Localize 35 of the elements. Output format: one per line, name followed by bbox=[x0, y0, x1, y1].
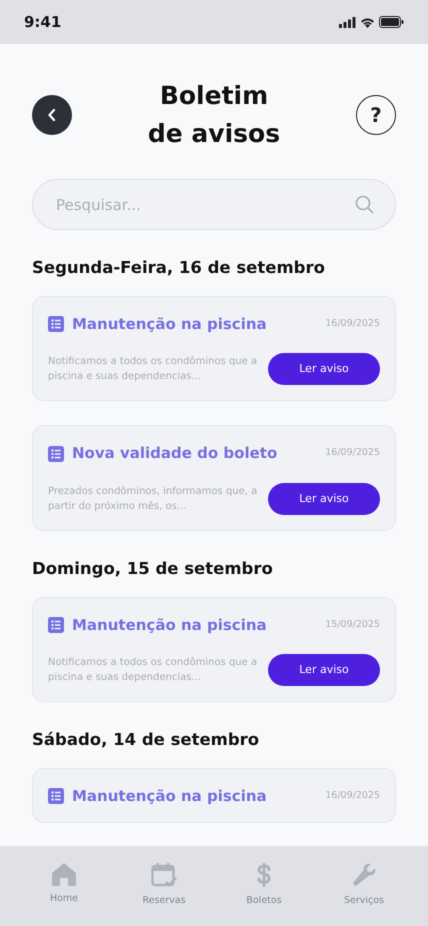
status-time: 9:41 bbox=[24, 12, 62, 33]
list-icon bbox=[48, 446, 64, 462]
list-icon bbox=[48, 788, 64, 804]
home-icon bbox=[51, 862, 77, 886]
page-title: Boletim bbox=[158, 80, 270, 112]
notice-excerpt: Prezados condôminos, informamos que, a partir do próximo mês, os... bbox=[48, 484, 258, 514]
notice-date: 16/09/2025 bbox=[325, 446, 380, 460]
notice-date: 16/09/2025 bbox=[325, 316, 380, 331]
wifi-icon bbox=[360, 16, 375, 28]
notice-title: Manutenção na piscina bbox=[72, 614, 267, 636]
page-title: de avisos bbox=[148, 118, 280, 150]
read-notice-button[interactable]: Ler aviso bbox=[268, 654, 380, 686]
notice-title: Manutenção na piscina bbox=[72, 314, 267, 335]
list-icon bbox=[48, 316, 64, 332]
list-icon bbox=[48, 616, 64, 633]
back-button[interactable] bbox=[32, 95, 72, 135]
calendar-icon bbox=[151, 862, 177, 888]
back-icon bbox=[47, 108, 57, 122]
help-button[interactable]: ? bbox=[356, 95, 396, 135]
read-notice-button[interactable]: Ler aviso bbox=[268, 482, 380, 515]
section-heading: Segunda-Feira, 16 de setembro bbox=[32, 257, 326, 279]
section-heading: Domingo, 15 de setembro bbox=[32, 558, 274, 580]
search-field[interactable]: Pesquisar... bbox=[32, 179, 396, 230]
wrench-icon bbox=[351, 862, 377, 888]
read-notice-button[interactable]: Ler aviso bbox=[268, 353, 380, 386]
notice-excerpt: Notificamos a todos os condôminos que a piscina e suas dependencias... bbox=[48, 656, 258, 685]
dollar-icon bbox=[256, 862, 272, 888]
battery-icon bbox=[379, 16, 404, 28]
notice-excerpt: Notificamos a todos os condôminos que a piscina e suas dependencias... bbox=[48, 355, 258, 384]
signal-icon bbox=[339, 16, 356, 28]
notice-title: Manutenção na piscina bbox=[72, 786, 267, 807]
notice-title: Nova validade do boleto bbox=[72, 443, 278, 464]
section-heading: Sábado, 14 de setembro bbox=[32, 729, 260, 751]
notice-date: 16/09/2025 bbox=[325, 788, 380, 803]
notice-date: 15/09/2025 bbox=[325, 618, 380, 632]
